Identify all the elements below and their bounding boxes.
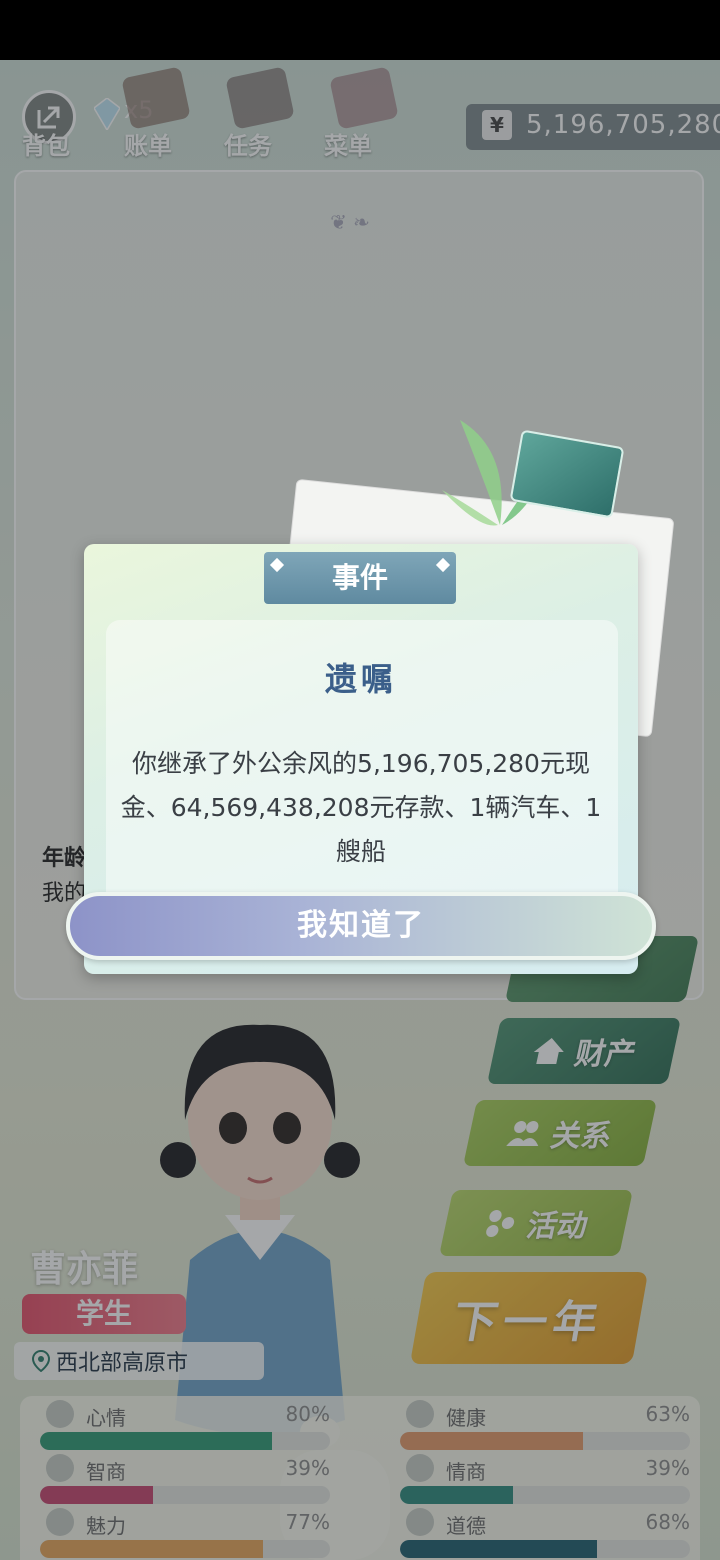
dialog-message: 你继承了外公余风的5,196,705,280元现金、64,569,438,208… <box>120 749 602 866</box>
acknowledge-button[interactable]: 我知道了 <box>66 892 656 960</box>
game-screen: x5 背包 账单 任务 菜单 ¥ 5,196,705,280 ❦ ❧ 年龄 我的… <box>0 60 720 1560</box>
dialog-tab-label: 事件 <box>331 561 388 594</box>
diamond-ornament-icon <box>269 557 285 573</box>
event-dialog: 事件 遗嘱 你继承了外公余风的5,196,705,280元现金、64,569,4… <box>66 544 656 974</box>
diamond-ornament-icon <box>435 557 451 573</box>
dialog-tab: 事件 <box>264 552 456 604</box>
dialog-title: 遗嘱 <box>324 660 397 698</box>
